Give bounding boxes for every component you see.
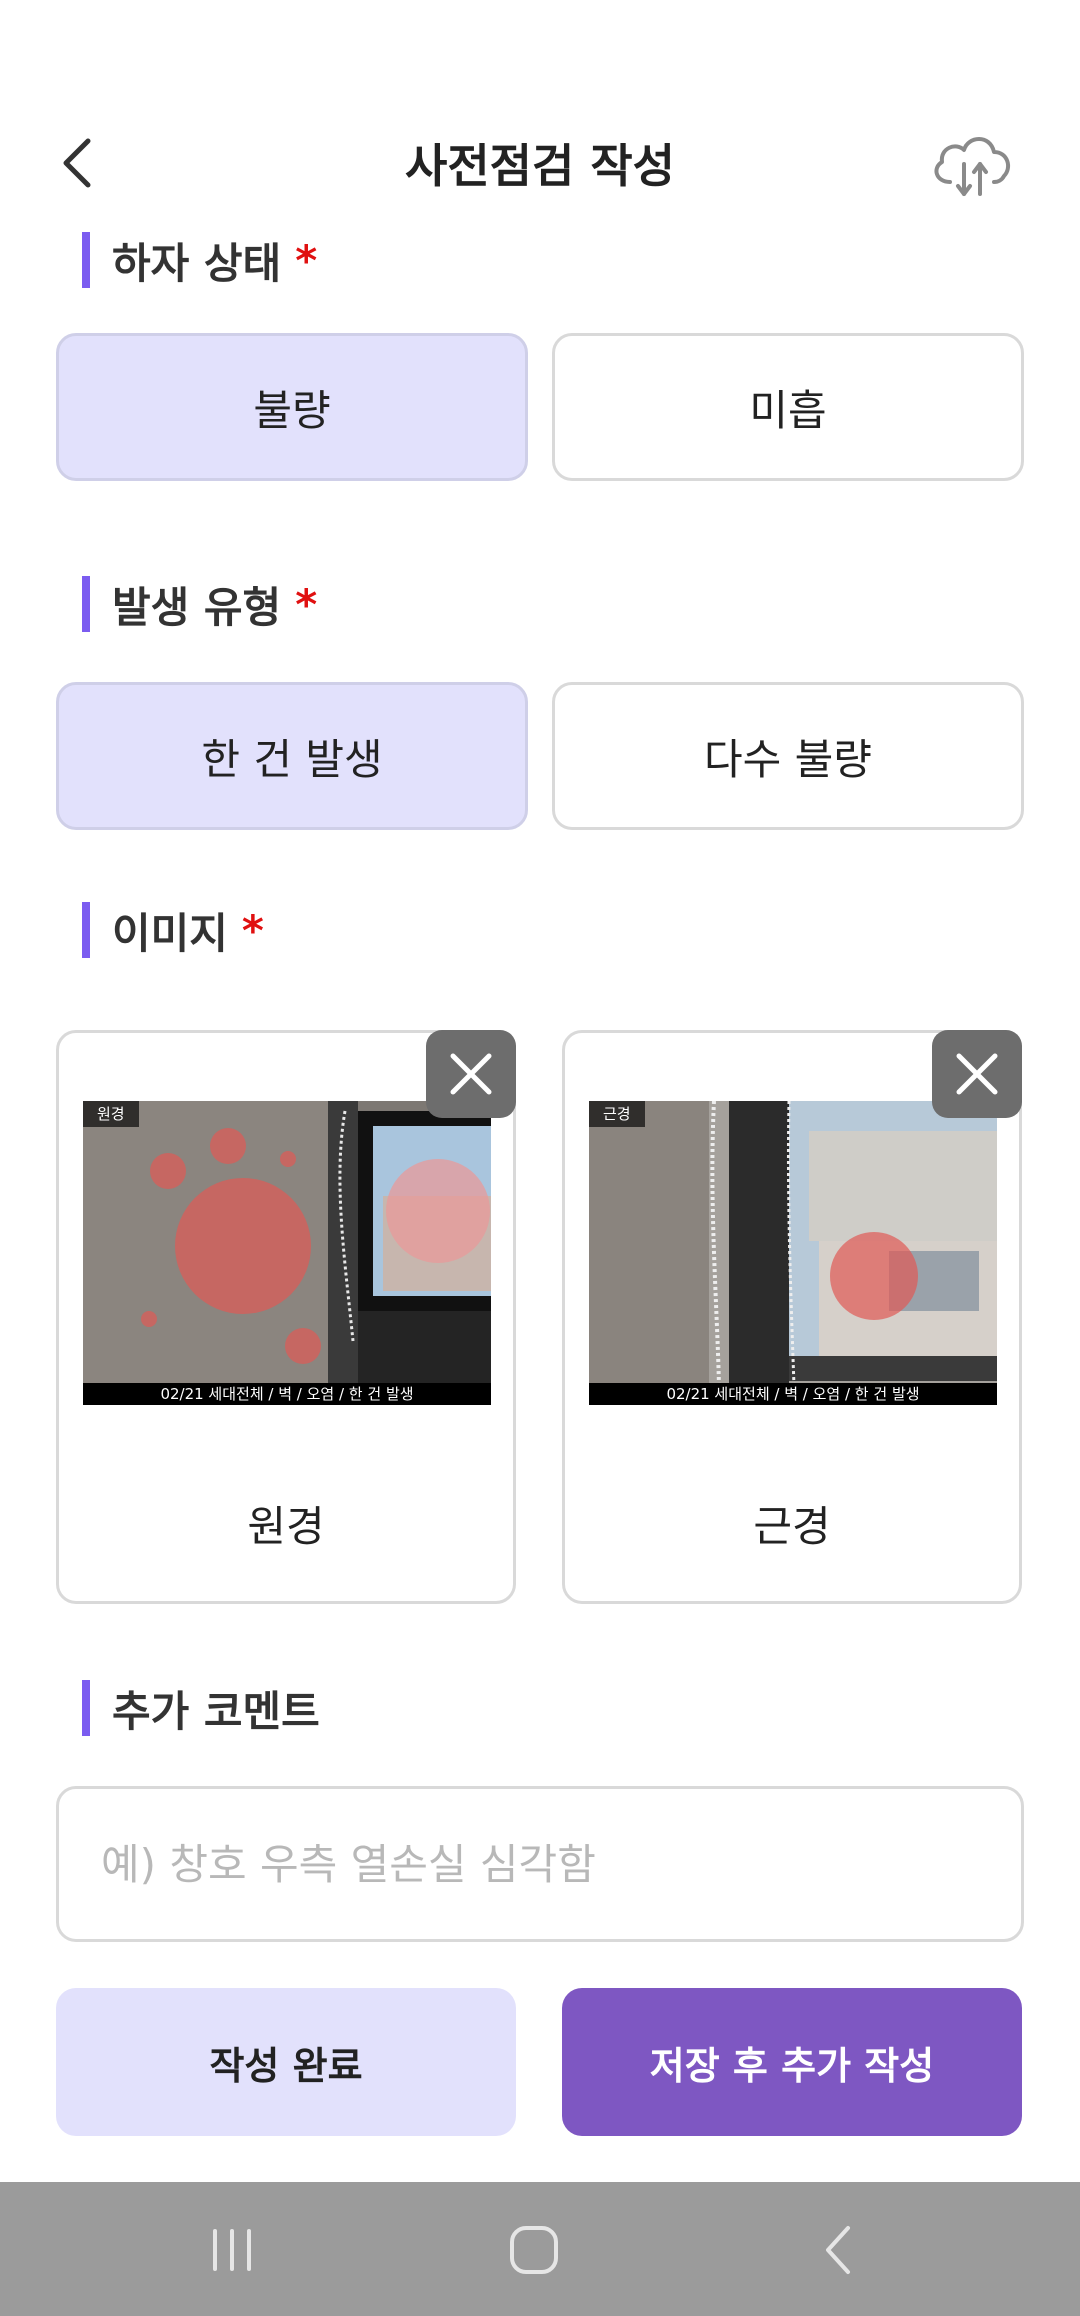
image-caption: 근경 — [753, 1502, 831, 1551]
close-icon — [450, 1053, 492, 1095]
option-single-occurrence[interactable]: 한 건 발생 — [56, 682, 528, 830]
recent-apps-button[interactable] — [182, 2210, 282, 2290]
option-defect-bad[interactable]: 불량 — [56, 333, 528, 481]
photo-tag: 원경 — [83, 1101, 139, 1127]
option-defect-insufficient[interactable]: 미흡 — [552, 333, 1024, 481]
image-caption: 원경 — [247, 1502, 325, 1551]
section-accent-bar — [82, 1680, 90, 1736]
cloud-sync-icon — [934, 137, 1011, 196]
comment-input[interactable] — [56, 1786, 1024, 1942]
image-card-near[interactable]: 근경 02/21 세대전체 / 벽 / 오염 / 한 건 발생 근경 — [562, 1030, 1022, 1604]
photo-thumbnail[interactable]: 원경 02/21 세대전체 / 벽 / 오염 / 한 건 발생 — [83, 1101, 491, 1405]
section-accent-bar — [82, 902, 90, 958]
required-mark: * — [241, 905, 264, 955]
recent-apps-icon — [213, 2229, 251, 2271]
system-nav-bar — [0, 2182, 1080, 2316]
back-icon — [826, 2226, 850, 2274]
section-accent-bar — [82, 232, 90, 288]
photo-thumbnail[interactable]: 근경 02/21 세대전체 / 벽 / 오염 / 한 건 발생 — [589, 1101, 997, 1405]
complete-button[interactable]: 작성 완료 — [56, 1988, 516, 2136]
section-occurrence-type-label: 발생 유형 * — [82, 576, 317, 632]
page-title: 사전점검 작성 — [405, 139, 675, 193]
required-mark: * — [295, 235, 318, 285]
system-back-button[interactable] — [788, 2210, 888, 2290]
photo-image — [589, 1101, 997, 1405]
photo-tag: 근경 — [589, 1101, 645, 1127]
home-button[interactable] — [484, 2210, 584, 2290]
save-and-add-button[interactable]: 저장 후 추가 작성 — [562, 1988, 1022, 2136]
required-mark: * — [295, 579, 318, 629]
cloud-sync-button[interactable] — [928, 124, 1018, 204]
section-defect-state-label: 하자 상태 * — [82, 232, 317, 288]
section-comment-label: 추가 코멘트 — [82, 1680, 320, 1736]
remove-image-button[interactable] — [932, 1030, 1022, 1118]
app-header: 사전점검 작성 — [0, 0, 1080, 230]
photo-stamp: 02/21 세대전체 / 벽 / 오염 / 한 건 발생 — [589, 1383, 997, 1405]
close-icon — [956, 1053, 998, 1095]
remove-image-button[interactable] — [426, 1030, 516, 1118]
option-multiple-defects[interactable]: 다수 불량 — [552, 682, 1024, 830]
photo-stamp: 02/21 세대전체 / 벽 / 오염 / 한 건 발생 — [83, 1383, 491, 1405]
image-card-far[interactable]: 원경 02/21 세대전체 / 벽 / 오염 / 한 건 발생 원경 — [56, 1030, 516, 1604]
home-icon — [510, 2226, 558, 2274]
photo-image — [83, 1101, 491, 1405]
section-accent-bar — [82, 576, 90, 632]
section-images-label: 이미지 * — [82, 902, 264, 958]
